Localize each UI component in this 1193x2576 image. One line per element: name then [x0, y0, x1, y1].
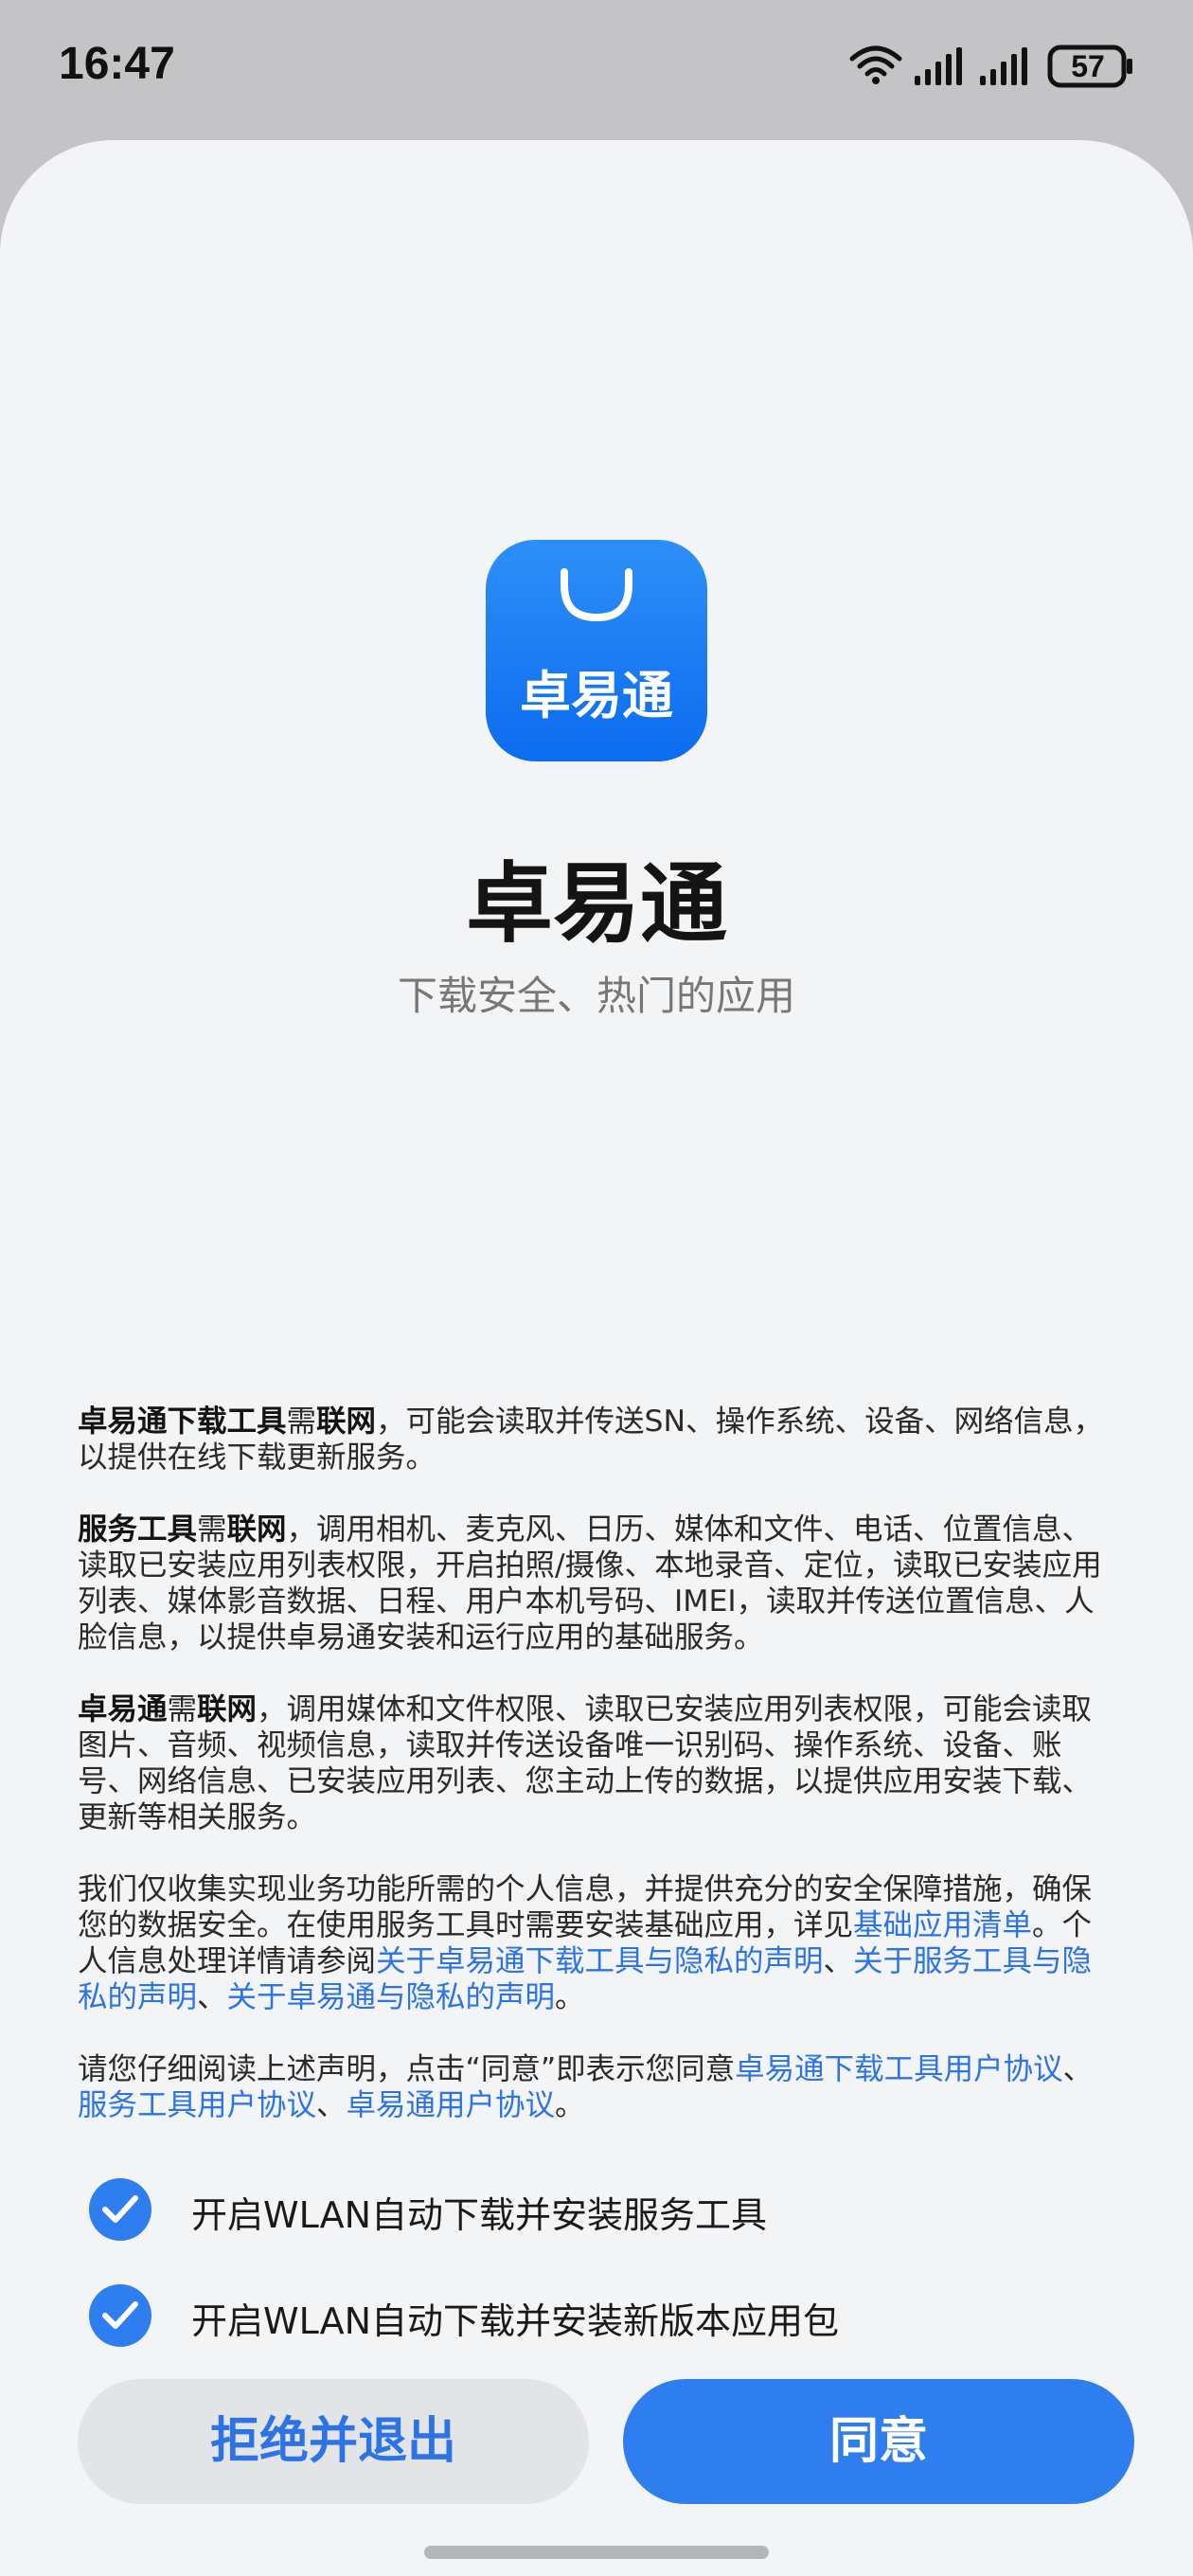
status-bar: 16:47 57 — [0, 0, 1193, 133]
app-privacy-link[interactable]: 关于卓易通与隐私的声明 — [227, 1980, 556, 2014]
download-tool-agreement-link[interactable]: 卓易通下载工具用户协议 — [735, 2052, 1063, 2086]
terms-bold: 联网 — [226, 1512, 287, 1547]
app-agreement-link[interactable]: 卓易通用户协议 — [347, 2088, 556, 2122]
terms-paragraph: 我们仅收集实现业务功能所需的个人信息，并提供充分的安全保障措施，确保您的数据安全… — [78, 1871, 1119, 2015]
terms-bold: 联网 — [197, 1692, 258, 1726]
terms-separator: 、 — [823, 1944, 854, 1978]
terms-paragraph: 服务工具需联网，调用相机、麦克风、日历、媒体和文件、电话、位置信息、读取已安装应… — [78, 1512, 1119, 1655]
status-time: 16:47 — [59, 39, 175, 89]
terms-bold: 卓易通下载工具 — [78, 1404, 287, 1439]
terms-paragraph: 卓易通下载工具需联网，可能会读取并传送SN、操作系统、设备、网络信息，以提供在线… — [78, 1404, 1119, 1476]
signal-icon — [915, 47, 962, 85]
app-icon-label: 卓易通 — [520, 666, 673, 725]
download-tool-privacy-link[interactable]: 关于卓易通下载工具与隐私的声明 — [376, 1944, 824, 1978]
terms-separator: 、 — [316, 2088, 347, 2122]
terms-bold: 联网 — [316, 1404, 377, 1439]
terms-text: 请您仔细阅读上述声明，点击“同意”即表示您同意 — [78, 2052, 736, 2086]
app-title: 卓易通 — [465, 853, 727, 955]
terms-paragraph: 请您仔细阅读上述声明，点击“同意”即表示您同意卓易通下载工具用户协议、服务工具用… — [78, 2051, 1119, 2123]
service-tool-agreement-link[interactable]: 服务工具用户协议 — [78, 2088, 316, 2122]
agree-button[interactable]: 同意 — [623, 2379, 1134, 2504]
terms-text: 。 — [555, 2088, 585, 2122]
checkmark-icon — [102, 2195, 138, 2223]
terms-text: 需 — [167, 1692, 198, 1726]
terms-bold: 卓易通 — [78, 1692, 168, 1726]
terms-text: 需 — [286, 1404, 317, 1439]
terms-paragraph: 卓易通需联网，调用媒体和文件权限、读取已安装应用列表权限，可能会读取图片、音频、… — [78, 1691, 1119, 1835]
app-icon: 卓易通 — [486, 540, 707, 761]
wifi-icon — [849, 45, 902, 84]
app-subtitle: 下载安全、热门的应用 — [397, 973, 795, 1019]
reject-and-exit-button[interactable]: 拒绝并退出 — [78, 2379, 589, 2504]
privacy-terms: 卓易通下载工具需联网，可能会读取并传送SN、操作系统、设备、网络信息，以提供在线… — [78, 1404, 1119, 2159]
terms-bold: 服务工具 — [78, 1512, 198, 1547]
checkbox-checked[interactable] — [89, 2284, 151, 2347]
battery-level: 57 — [1071, 49, 1105, 83]
terms-separator: 、 — [1062, 2052, 1094, 2086]
checkmark-icon — [102, 2301, 138, 2329]
basic-app-list-link[interactable]: 基础应用清单 — [853, 1908, 1032, 1942]
terms-separator: 、 — [197, 1980, 227, 2014]
option-label: 开启WLAN自动下载并安装服务工具 — [191, 2194, 768, 2236]
home-indicator[interactable] — [424, 2546, 769, 2559]
option-label: 开启WLAN自动下载并安装新版本应用包 — [191, 2300, 840, 2342]
option-auto-install-service-tool[interactable]: 开启WLAN自动下载并安装服务工具 — [89, 2176, 1131, 2243]
signal-icon — [980, 47, 1027, 85]
terms-text: 需 — [197, 1512, 227, 1547]
terms-text: 。 — [555, 1980, 585, 2014]
checkbox-checked[interactable] — [89, 2178, 151, 2241]
bag-handle-icon — [561, 568, 632, 622]
option-auto-install-new-version[interactable]: 开启WLAN自动下载并安装新版本应用包 — [89, 2282, 1131, 2349]
